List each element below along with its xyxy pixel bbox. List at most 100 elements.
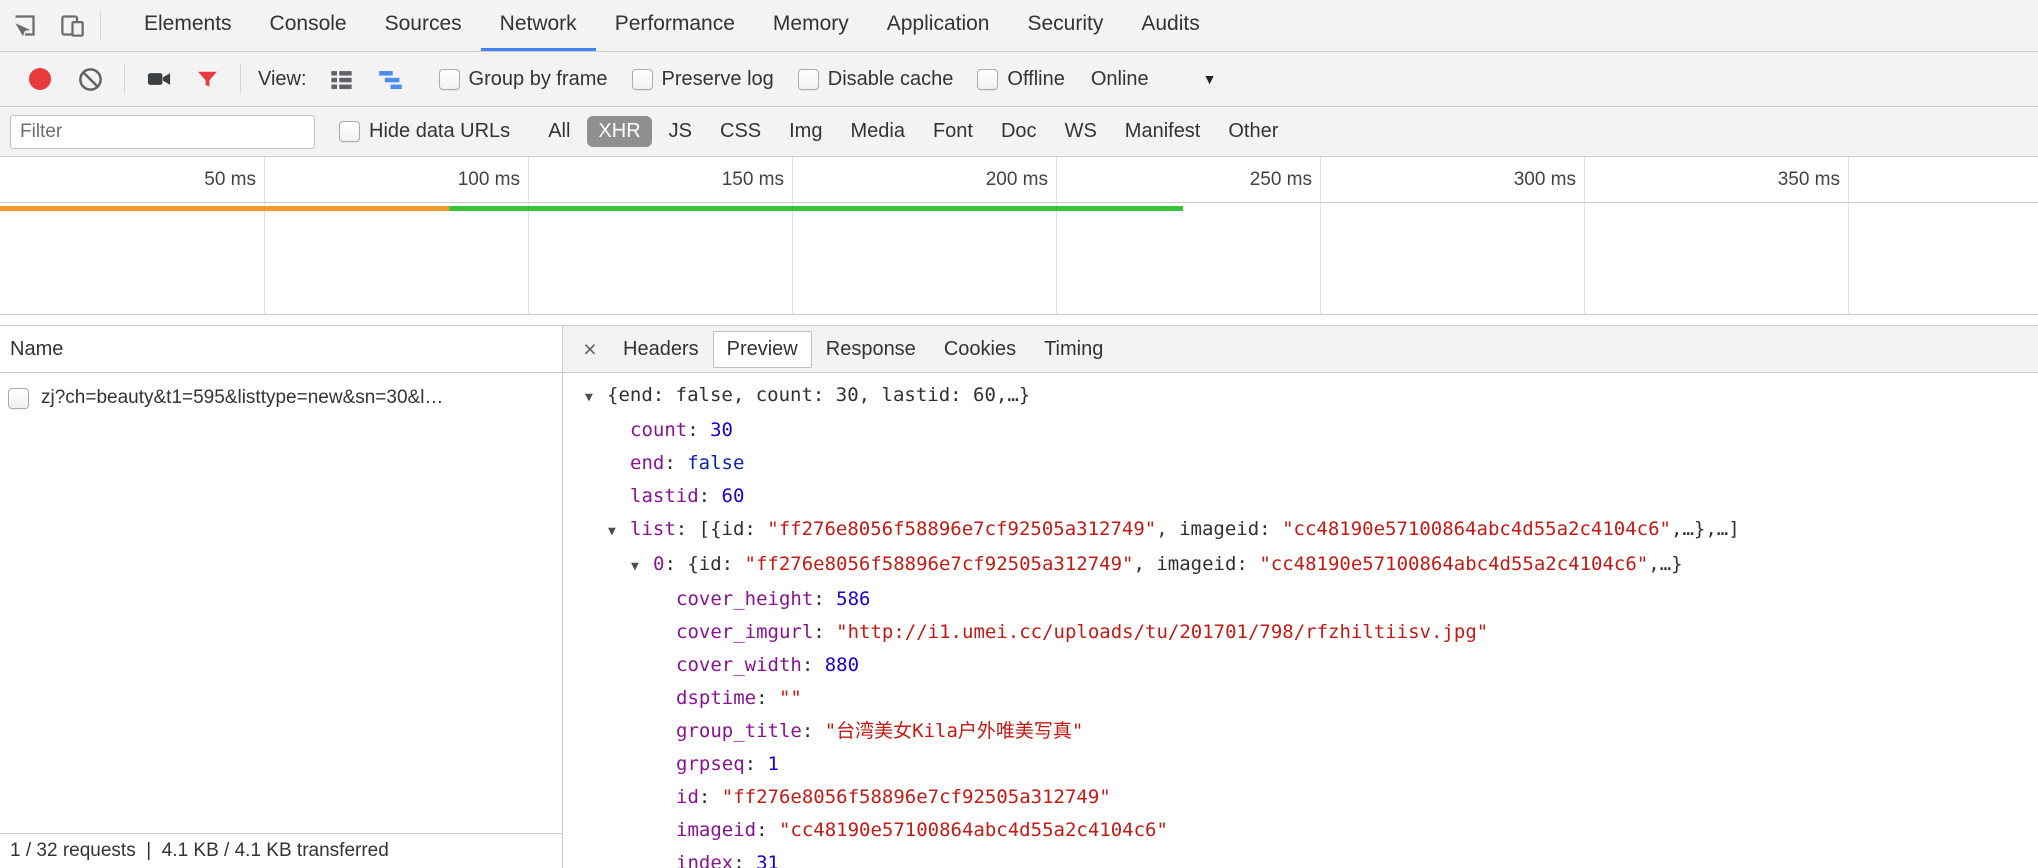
checkbox-box xyxy=(339,121,360,142)
filter-type-media[interactable]: Media xyxy=(839,116,915,147)
token-key: list xyxy=(630,518,676,540)
tab-security[interactable]: Security xyxy=(1008,0,1122,51)
throttling-select[interactable]: Online ▼ xyxy=(1091,68,1217,91)
show-overview-button[interactable] xyxy=(377,66,404,93)
screenshots-button[interactable] xyxy=(145,65,173,93)
token-plain: : xyxy=(687,419,710,441)
token-str: "台湾美女Kila户外唯美写真" xyxy=(825,720,1084,742)
clear-icon xyxy=(77,66,104,93)
small-request-rows-button[interactable] xyxy=(328,66,355,93)
token-plain: , imageid: xyxy=(1133,553,1259,575)
filter-type-xhr[interactable]: XHR xyxy=(587,116,651,147)
checkbox-label: Preserve log xyxy=(662,68,774,91)
filter-input[interactable] xyxy=(10,115,315,149)
token-key: index xyxy=(676,852,733,868)
waterfall-icon xyxy=(377,66,404,93)
filter-type-js[interactable]: JS xyxy=(658,116,703,147)
expander-icon[interactable]: ▼ xyxy=(631,550,653,583)
record-button[interactable] xyxy=(25,68,55,90)
token-str: "ff276e8056f58896e7cf92505a312749" xyxy=(745,553,1134,575)
name-header-label: Name xyxy=(10,338,63,361)
tab-console[interactable]: Console xyxy=(251,0,366,51)
preview-line: end: false xyxy=(563,447,2038,480)
token-num: 586 xyxy=(836,588,870,610)
token-key: cover_width xyxy=(676,654,802,676)
token-plain: : xyxy=(802,654,825,676)
token-plain: : xyxy=(745,753,768,775)
name-column-header[interactable]: Name xyxy=(0,326,562,373)
token-bool: false xyxy=(687,452,744,474)
token-plain: , imageid: xyxy=(1156,518,1282,540)
tab-sources[interactable]: Sources xyxy=(366,0,481,51)
close-detail-button[interactable]: × xyxy=(571,338,609,361)
filter-type-img[interactable]: Img xyxy=(778,116,833,147)
clear-button[interactable] xyxy=(77,66,104,93)
token-key: 0 xyxy=(653,553,664,575)
hide-data-urls-checkbox[interactable]: Hide data URLs xyxy=(339,120,510,143)
preview-line: count: 30 xyxy=(563,414,2038,447)
token-key: dsptime xyxy=(676,687,756,709)
tab-network[interactable]: Network xyxy=(481,0,596,51)
token-str: "ff276e8056f58896e7cf92505a312749" xyxy=(767,518,1156,540)
request-checkbox[interactable] xyxy=(8,388,29,409)
tab-audits[interactable]: Audits xyxy=(1122,0,1218,51)
detail-tabs-bar: × HeadersPreviewResponseCookiesTiming xyxy=(563,326,2038,373)
checkbox-box xyxy=(632,69,653,90)
filter-type-css[interactable]: CSS xyxy=(709,116,772,147)
throttling-value: Online xyxy=(1091,68,1149,91)
preview-line: cover_width: 880 xyxy=(563,649,2038,682)
token-str: "http://i1.umei.cc/uploads/tu/201701/798… xyxy=(836,621,1488,643)
token-key: group_title xyxy=(676,720,802,742)
token-plain: : xyxy=(699,485,722,507)
preview-line[interactable]: ▼{end: false, count: 30, lastid: 60,…} xyxy=(563,379,2038,414)
filter-type-ws[interactable]: WS xyxy=(1054,116,1108,147)
preserve-log-checkbox[interactable]: Preserve log xyxy=(632,68,774,91)
overview-request-bar xyxy=(0,206,449,211)
preview-line[interactable]: ▼0: {id: "ff276e8056f58896e7cf92505a3127… xyxy=(563,548,2038,583)
main-split: Name zj?ch=beauty&t1=595&listtype=new&sn… xyxy=(0,325,2038,868)
preview-line: dsptime: "" xyxy=(563,682,2038,715)
filter-type-other[interactable]: Other xyxy=(1217,116,1289,147)
tab-application[interactable]: Application xyxy=(868,0,1009,51)
filter-bar: Hide data URLs AllXHRJSCSSImgMediaFontDo… xyxy=(0,107,2038,157)
toolbar-divider xyxy=(124,64,125,94)
group-by-frame-checkbox[interactable]: Group by frame xyxy=(439,68,608,91)
view-label: View: xyxy=(258,68,307,91)
token-key: lastid xyxy=(630,485,699,507)
filter-toggle-button[interactable] xyxy=(195,67,220,92)
token-plain: ,…},…] xyxy=(1671,518,1740,540)
panel-tabs: ElementsConsoleSourcesNetworkPerformance… xyxy=(125,0,1219,51)
filter-type-all[interactable]: All xyxy=(537,116,581,147)
inspect-cursor-icon xyxy=(11,12,38,39)
inspect-element-button[interactable] xyxy=(0,0,48,51)
overview-pane[interactable]: 50 ms100 ms150 ms200 ms250 ms300 ms350 m… xyxy=(0,157,2038,315)
offline-checkbox[interactable]: Offline xyxy=(977,68,1064,91)
token-plain: : xyxy=(664,452,687,474)
panel-tab-bar: ElementsConsoleSourcesNetworkPerformance… xyxy=(0,0,2038,52)
request-row[interactable]: zj?ch=beauty&t1=595&listtype=new&sn=30&l… xyxy=(0,378,562,418)
detail-tab-timing[interactable]: Timing xyxy=(1030,326,1117,372)
filter-type-font[interactable]: Font xyxy=(922,116,984,147)
detail-tab-response[interactable]: Response xyxy=(812,326,930,372)
filter-type-manifest[interactable]: Manifest xyxy=(1114,116,1212,147)
disable-cache-checkbox[interactable]: Disable cache xyxy=(798,68,954,91)
token-str: "" xyxy=(779,687,802,709)
device-toolbar-button[interactable] xyxy=(48,0,96,51)
panel-splitter[interactable] xyxy=(0,315,2038,325)
timeline-header xyxy=(0,157,2038,203)
preview-line[interactable]: ▼list: [{id: "ff276e8056f58896e7cf92505a… xyxy=(563,513,2038,548)
expander-icon[interactable]: ▼ xyxy=(585,381,607,414)
tab-memory[interactable]: Memory xyxy=(754,0,868,51)
expander-icon[interactable]: ▼ xyxy=(608,515,630,548)
requests-status-bar: 1 / 32 requests | 4.1 KB / 4.1 KB transf… xyxy=(0,833,562,868)
tabbar-divider xyxy=(100,11,101,40)
preview-line: id: "ff276e8056f58896e7cf92505a312749" xyxy=(563,781,2038,814)
detail-tab-preview[interactable]: Preview xyxy=(713,331,812,368)
detail-tab-headers[interactable]: Headers xyxy=(609,326,713,372)
tab-performance[interactable]: Performance xyxy=(596,0,754,51)
preview-line: group_title: "台湾美女Kila户外唯美写真" xyxy=(563,715,2038,748)
detail-tab-cookies[interactable]: Cookies xyxy=(930,326,1030,372)
tab-elements[interactable]: Elements xyxy=(125,0,251,51)
filter-type-doc[interactable]: Doc xyxy=(990,116,1048,147)
checkbox-label: Disable cache xyxy=(828,68,954,91)
